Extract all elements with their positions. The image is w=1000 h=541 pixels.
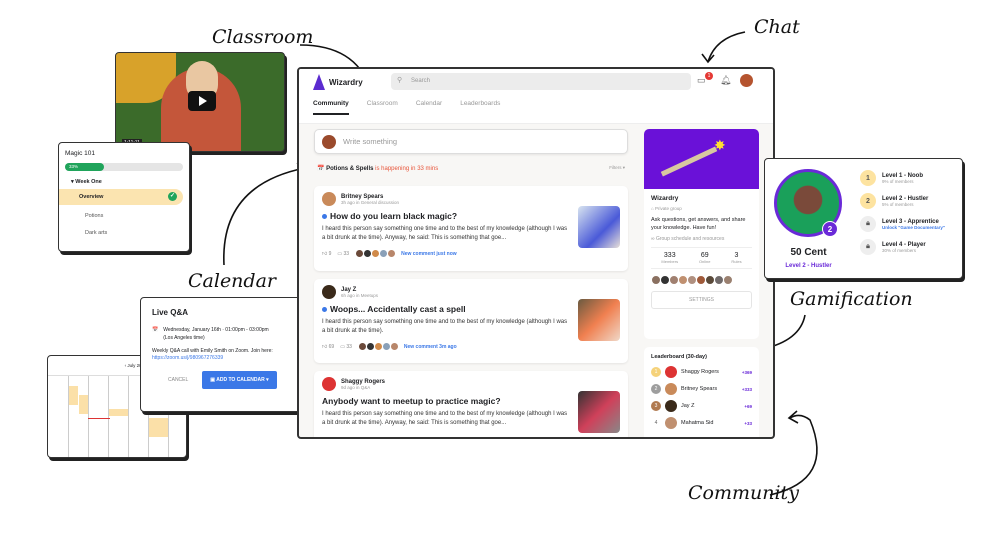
profile-level: Level 2 - Hustler: [785, 263, 832, 269]
post-thumbnail: [578, 299, 620, 341]
leaderboard-row[interactable]: 4 Mahatma Sid +33: [651, 417, 752, 429]
level-item: 🔒︎ Level 3 - Apprentice Unlock "Game Docum…: [860, 216, 945, 232]
play-icon: [199, 96, 207, 106]
lesson-dark-arts[interactable]: Dark arts: [85, 230, 183, 236]
profile-name: 50 Cent: [790, 247, 827, 258]
cancel-button[interactable]: CANCEL: [168, 377, 188, 383]
level-item: 2 Level 2 - Hustler 5% of members: [860, 193, 945, 209]
author-avatar: [322, 377, 336, 391]
group-banner: ✸: [644, 129, 759, 189]
event-banner[interactable]: 📅 Potions & Spells is happening in 33 mi…: [317, 165, 625, 172]
search-icon: ⚲: [397, 77, 403, 84]
bell-icon[interactable]: 🔔︎: [720, 75, 731, 86]
composer-avatar: [322, 134, 336, 149]
like-button[interactable]: 👍︎ 69: [322, 344, 334, 350]
tab-leaderboards[interactable]: Leaderboards: [460, 100, 500, 115]
member-avatars[interactable]: [651, 275, 752, 285]
play-button[interactable]: [188, 91, 216, 111]
settings-button[interactable]: SETTINGS: [651, 291, 752, 309]
leaderboard-row[interactable]: 1 Shaggy Rogers +369: [651, 366, 752, 378]
post-composer[interactable]: Write something: [314, 129, 628, 154]
gamification-card: 2 50 Cent Level 2 - Hustler 1 Level 1 - N…: [764, 158, 963, 279]
post-thumbnail: [578, 391, 620, 433]
level-badge: 2: [822, 221, 838, 237]
event-link[interactable]: https://zoom.us/j/980967276339: [152, 355, 293, 361]
unread-dot: [322, 214, 327, 219]
wizard-hat-icon: [313, 74, 325, 90]
lock-icon: 🔒︎: [860, 216, 876, 232]
rank-medal: 3: [651, 401, 661, 411]
lock-icon: 🔒︎: [860, 239, 876, 255]
course-progress: 33%: [65, 163, 183, 171]
post-card[interactable]: Shaggy Rogers 9d ago in Q&A Anybody want …: [314, 371, 628, 437]
level-number-badge: 2: [860, 193, 876, 209]
group-info-card: ✸ Wizardry ⌂ Private group Ask questions…: [644, 129, 759, 339]
tab-calendar[interactable]: Calendar: [416, 100, 442, 115]
commenter-avatars: [357, 342, 399, 351]
leaderboard-row[interactable]: 2 Britney Spears +333: [651, 383, 752, 395]
commenter-avatars: [355, 249, 397, 258]
leaderboard-card: Leaderboard (30-day) 1 Shaggy Rogers +369 2…: [644, 347, 759, 437]
magic-wand-icon: [660, 146, 718, 177]
event-description: Weekly Q&A call with Emily Smith on Zoom…: [152, 348, 273, 354]
leader-avatar: [665, 400, 677, 412]
calendar-icon: 📅: [152, 327, 159, 333]
course-section[interactable]: ▾ Week One: [71, 179, 183, 185]
comment-icon[interactable]: ▭ 33: [337, 251, 349, 257]
author-avatar: [322, 192, 336, 206]
video-player[interactable]: 1:11:11: [115, 52, 285, 152]
author-avatar: [322, 285, 336, 299]
tab-classroom[interactable]: Classroom: [367, 100, 398, 115]
search-input[interactable]: Search: [391, 73, 691, 90]
like-button[interactable]: 👍︎ 9: [322, 251, 331, 257]
lesson-potions[interactable]: Potions: [85, 213, 183, 219]
unread-dot: [322, 307, 327, 312]
group-stats: 333 Members 69 Online 3 Rules: [651, 247, 752, 269]
check-icon: ✓: [168, 192, 177, 201]
level-list: 1 Level 1 - Noob 9% of members 2 Level 2 - H…: [860, 170, 945, 262]
chat-badge: 1: [705, 72, 713, 80]
post-card[interactable]: Britney Spears 3h ago in General discussi…: [314, 186, 628, 271]
rank-medal: 4: [654, 420, 658, 426]
level-number-badge: 1: [860, 170, 876, 186]
course-title: Magic 101: [65, 150, 95, 157]
resources-link[interactable]: ∞ Group schedule and resources: [651, 236, 752, 242]
add-to-calendar-button[interactable]: ▣ ADD TO CALENDAR ▾: [202, 371, 277, 389]
post-card[interactable]: Jay Z 6h ago in Meetups Woops... Accident…: [314, 279, 628, 363]
level-item: 1 Level 1 - Noob 9% of members: [860, 170, 945, 186]
post-thumbnail: [578, 206, 620, 248]
rank-medal: 1: [651, 367, 661, 377]
calendar-icon: 📅: [317, 166, 327, 172]
filters-dropdown[interactable]: Filters ▾: [609, 165, 625, 171]
prev-month-button[interactable]: ‹: [125, 363, 127, 368]
leader-avatar: [665, 417, 677, 429]
leader-avatar: [665, 383, 677, 395]
group-logo[interactable]: Wizardry: [313, 74, 363, 90]
event-popup: Live Q&A 📅 Wednesday, January 16th · 01:0…: [140, 297, 305, 412]
community-app-window: Wizardry Search ⚲ ▭ 1 🔔︎ Community Class…: [297, 67, 775, 439]
event-title: Live Q&A: [152, 308, 189, 317]
comment-icon[interactable]: ▭ 33: [340, 344, 352, 350]
tab-community[interactable]: Community: [313, 100, 349, 115]
lesson-overview[interactable]: Overview ✓: [59, 189, 183, 205]
main-tabs: Community Classroom Calendar Leaderboard…: [313, 100, 500, 115]
user-avatar[interactable]: [740, 74, 753, 87]
leaderboard-row[interactable]: 3 Jay Z +69: [651, 400, 752, 412]
leader-avatar: [665, 366, 677, 378]
rank-medal: 2: [651, 384, 661, 394]
level-item: 🔒︎ Level 4 - Player 30% of members: [860, 239, 945, 255]
private-group-label: ⌂ Private group: [651, 206, 682, 211]
course-outline: Magic 101 33% ▾ Week One Overview ✓ Potio…: [58, 142, 190, 252]
